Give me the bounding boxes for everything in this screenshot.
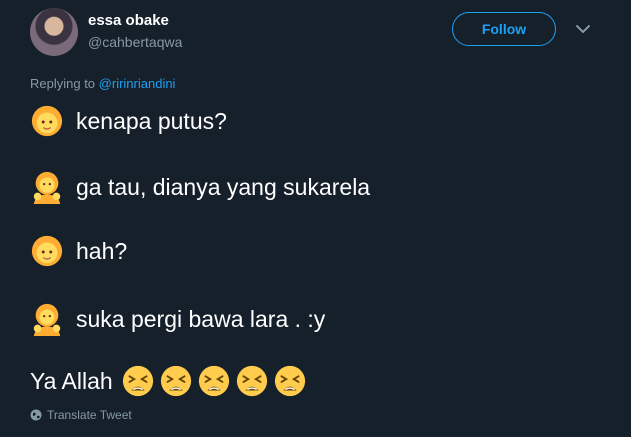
tweet-line-2: ga tau, dianya yang sukarela — [30, 170, 370, 204]
tired-face-icon — [236, 365, 267, 397]
tweet-header: essa obake @cahbertaqwa Follow — [30, 8, 631, 58]
tweet-line-3: hah? — [30, 234, 127, 268]
tired-face-icon — [122, 365, 153, 397]
replying-to-mention[interactable]: @ririnriandini — [99, 76, 176, 91]
replying-to: Replying to @ririnriandini — [30, 76, 175, 91]
follow-button[interactable]: Follow — [452, 12, 556, 46]
tired-face-row — [121, 364, 311, 398]
tweet-line-5: Ya Allah — [30, 364, 311, 398]
tired-face-icon — [160, 365, 191, 397]
chevron-down-icon[interactable] — [575, 22, 591, 36]
translate-tweet-link[interactable]: Translate Tweet — [30, 408, 132, 422]
person-raising-hand-icon — [33, 303, 61, 336]
author-handle[interactable]: @cahbertaqwa — [88, 34, 182, 50]
girl-face-icon — [31, 105, 63, 137]
tweet-line-4: suka pergi bawa lara . :y — [30, 302, 325, 336]
tweet-line-text: kenapa putus? — [76, 107, 227, 134]
girl-face-icon — [31, 235, 63, 267]
avatar[interactable] — [30, 8, 78, 56]
translate-label: Translate Tweet — [47, 408, 132, 422]
tweet-line-text: ga tau, dianya yang sukarela — [76, 173, 371, 200]
tired-face-icon — [198, 365, 229, 397]
replying-prefix: Replying to — [30, 76, 96, 91]
author-name[interactable]: essa obake — [88, 12, 169, 29]
tweet-line-1: kenapa putus? — [30, 104, 227, 138]
globe-icon — [30, 409, 42, 421]
tweet-line-text: Ya Allah — [30, 367, 113, 394]
tweet-line-text: suka pergi bawa lara . :y — [76, 305, 326, 332]
person-raising-hand-icon — [33, 171, 61, 204]
tweet-line-text: hah? — [76, 237, 128, 264]
tired-face-icon — [274, 365, 305, 397]
